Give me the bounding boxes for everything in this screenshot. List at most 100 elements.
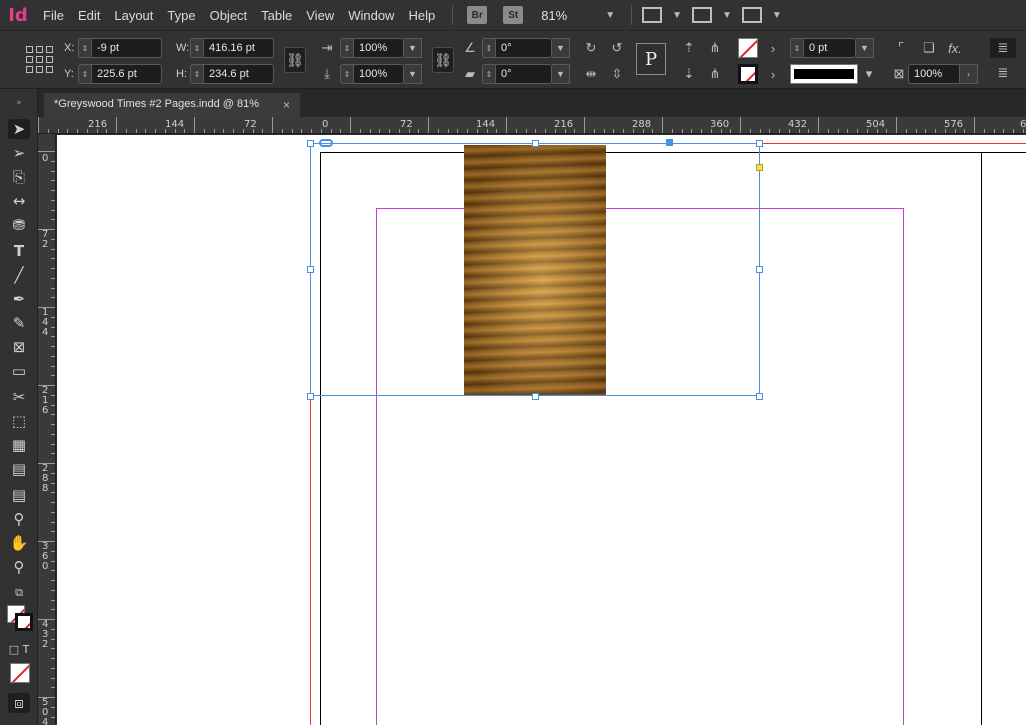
x-field[interactable]: X: ⇕ -9 pt <box>64 38 162 58</box>
gradient-feather-tool-icon[interactable]: ▤ <box>8 459 30 479</box>
note-tool-icon[interactable]: ▤ <box>8 485 30 505</box>
opacity-input[interactable]: 100% <box>908 64 960 84</box>
menu-layout[interactable]: Layout <box>107 0 160 31</box>
handle-middle-right[interactable] <box>756 266 763 273</box>
content-collector-icon[interactable]: ⛃ <box>8 215 30 235</box>
menu-help[interactable]: Help <box>401 0 442 31</box>
eyedropper-tool-icon[interactable]: ⚲ <box>8 509 30 529</box>
shear-dropdown-icon[interactable]: ▼ <box>552 64 570 84</box>
rectangle-frame-tool-icon[interactable]: ⊠ <box>8 337 30 357</box>
stroke-weight-stepper[interactable]: ⇕ <box>790 38 804 58</box>
scale-y-stepper[interactable]: ⇕ <box>340 64 354 84</box>
handle-top-middle[interactable] <box>532 140 539 147</box>
document-tab[interactable]: *Greyswood Times #2 Pages.indd @ 81% × <box>44 93 300 117</box>
scale-y-field[interactable]: ⇕ 100% ▼ <box>340 64 422 84</box>
pen-tool-icon[interactable]: ✒ <box>8 289 30 309</box>
select-content-icon[interactable]: ⇣ <box>680 65 698 83</box>
y-field[interactable]: Y: ⇕ 225.6 pt <box>64 64 162 84</box>
menu-object[interactable]: Object <box>203 0 255 31</box>
zoom-level[interactable]: 81% <box>541 8 599 23</box>
y-stepper[interactable]: ⇕ <box>78 64 92 84</box>
screen-mode-dropdown-icon[interactable]: ▼ <box>722 10 732 21</box>
live-corner-handle[interactable] <box>756 164 763 171</box>
rotate-field[interactable]: ⇕ 0° ▼ <box>482 38 570 58</box>
hand-tool-icon[interactable]: ✋ <box>8 533 30 553</box>
zoom-dropdown-icon[interactable]: ▼ <box>605 10 615 21</box>
free-transform-tool-icon[interactable]: ⬚ <box>8 411 30 431</box>
bridge-button[interactable]: Br <box>467 6 488 24</box>
h-input[interactable]: 234.6 pt <box>204 64 274 84</box>
apply-none-icon[interactable] <box>10 663 30 683</box>
scale-x-input[interactable]: 100% <box>354 38 404 58</box>
screen-mode-tool-icon[interactable]: ⧈ <box>8 693 30 713</box>
y-input[interactable]: 225.6 pt <box>92 64 162 84</box>
zoom-tool-icon[interactable]: ⚲ <box>8 557 30 577</box>
text-wrap-around-icon[interactable]: ≣ <box>990 64 1016 82</box>
handle-bottom-left[interactable] <box>307 393 314 400</box>
stroke-dropdown-icon[interactable]: › <box>764 65 782 83</box>
pencil-tool-icon[interactable]: ✎ <box>8 313 30 333</box>
document-canvas[interactable] <box>57 135 1026 725</box>
w-field[interactable]: W: ⇕ 416.16 pt <box>176 38 274 58</box>
handle-top-left[interactable] <box>307 140 314 147</box>
flip-vertical-icon[interactable]: ⇳ <box>608 65 626 83</box>
rotate-input[interactable]: 0° <box>496 38 552 58</box>
selection-tool-icon[interactable]: ➤ <box>8 119 30 139</box>
opacity-dropdown-icon[interactable]: › <box>960 64 978 84</box>
content-grabber-handle[interactable] <box>666 139 673 146</box>
scale-x-stepper[interactable]: ⇕ <box>340 38 354 58</box>
stock-button[interactable]: St <box>503 6 524 24</box>
stroke-swatch-none[interactable] <box>738 64 758 84</box>
formatting-container-icon[interactable]: □ T <box>8 639 30 659</box>
type-tool-icon[interactable]: T <box>8 241 30 261</box>
fill-dropdown-icon[interactable]: › <box>764 39 782 57</box>
stroke-color-none-icon[interactable] <box>15 613 33 631</box>
handle-bottom-middle[interactable] <box>532 393 539 400</box>
handle-middle-left[interactable] <box>307 266 314 273</box>
shear-stepper[interactable]: ⇕ <box>482 64 496 84</box>
fill-swatch-none[interactable] <box>738 38 758 58</box>
reference-p-button[interactable]: P <box>636 43 666 75</box>
gradient-swatch-tool-icon[interactable]: ▦ <box>8 435 30 455</box>
shear-field[interactable]: ⇕ 0° ▼ <box>482 64 570 84</box>
w-stepper[interactable]: ⇕ <box>190 38 204 58</box>
rotate-stepper[interactable]: ⇕ <box>482 38 496 58</box>
x-stepper[interactable]: ⇕ <box>78 38 92 58</box>
x-input[interactable]: -9 pt <box>92 38 162 58</box>
collapse-panel-icon[interactable]: » <box>8 93 30 113</box>
default-fill-stroke-icon[interactable]: ⧉ <box>8 583 30 603</box>
stroke-weight-dropdown-icon[interactable]: ▼ <box>856 38 874 58</box>
menu-view[interactable]: View <box>299 0 341 31</box>
view-options-dropdown-icon[interactable]: ▼ <box>672 10 682 21</box>
constrain-proportions-icon[interactable]: ⛓ <box>284 47 306 73</box>
menu-file[interactable]: File <box>36 0 71 31</box>
stroke-type-dropdown-icon[interactable]: ▾ <box>860 65 878 83</box>
view-options-icon[interactable] <box>642 7 663 23</box>
select-next-object-icon[interactable]: ⋔ <box>706 65 724 83</box>
handle-top-right[interactable] <box>756 140 763 147</box>
screen-mode-icon[interactable] <box>692 7 713 23</box>
selected-graphic-frame[interactable] <box>310 143 760 396</box>
select-previous-object-icon[interactable]: ⋔ <box>706 39 724 57</box>
stroke-type-swatch[interactable] <box>790 64 858 84</box>
gap-tool-icon[interactable]: ↔ <box>8 191 30 211</box>
menu-type[interactable]: Type <box>160 0 202 31</box>
effects-icon[interactable]: fx. <box>946 39 964 57</box>
rotate-clockwise-icon[interactable]: ↻ <box>582 39 600 57</box>
text-wrap-icon[interactable]: ≣ <box>990 38 1016 58</box>
shear-input[interactable]: 0° <box>496 64 552 84</box>
direct-selection-tool-icon[interactable]: ➢ <box>8 143 30 163</box>
menu-table[interactable]: Table <box>254 0 299 31</box>
flip-horizontal-icon[interactable]: ⇹ <box>582 65 600 83</box>
scissors-tool-icon[interactable]: ✂ <box>8 387 30 407</box>
scale-x-dropdown-icon[interactable]: ▼ <box>404 38 422 58</box>
constrain-scale-icon[interactable]: ⛓ <box>432 47 454 73</box>
h-stepper[interactable]: ⇕ <box>190 64 204 84</box>
page-tool-icon[interactable]: ⎘ <box>8 167 30 187</box>
scale-y-dropdown-icon[interactable]: ▼ <box>404 64 422 84</box>
scale-y-input[interactable]: 100% <box>354 64 404 84</box>
h-field[interactable]: H: ⇕ 234.6 pt <box>176 64 274 84</box>
menu-window[interactable]: Window <box>341 0 401 31</box>
linked-content-icon[interactable] <box>319 139 333 147</box>
handle-bottom-right[interactable] <box>756 393 763 400</box>
